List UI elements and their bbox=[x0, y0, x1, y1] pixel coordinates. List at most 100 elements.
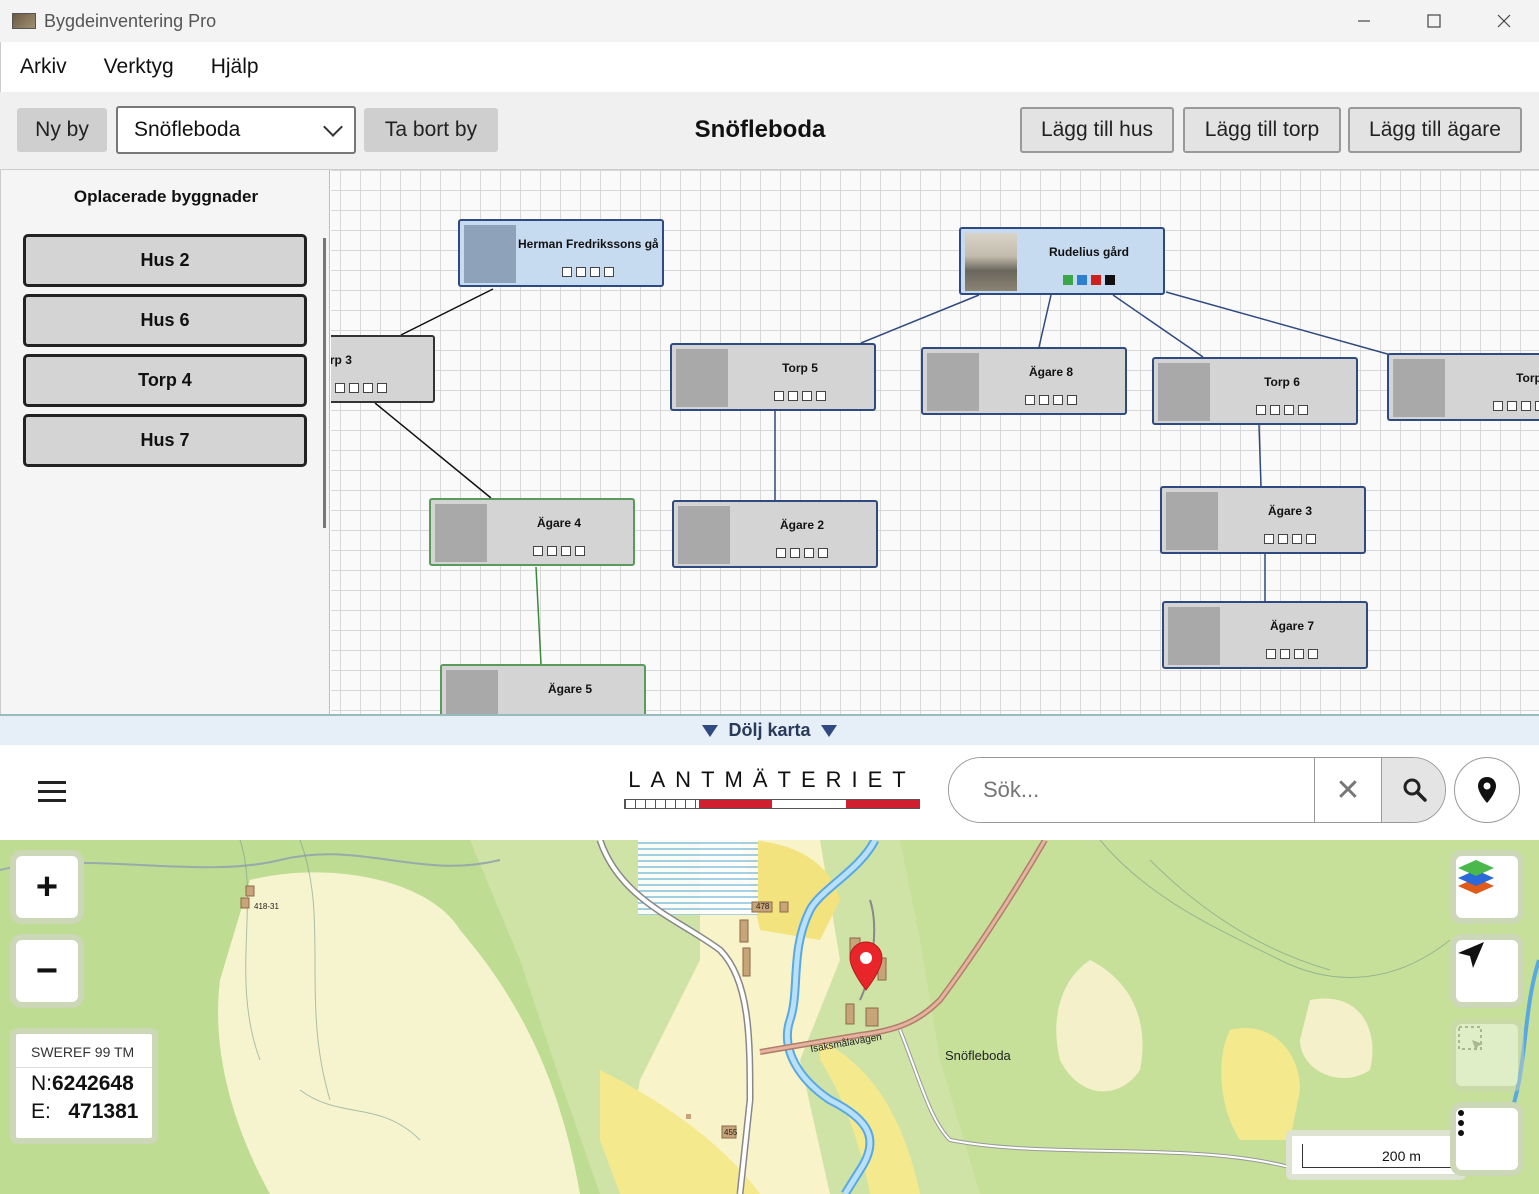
chevron-down-icon bbox=[323, 117, 343, 137]
add-croft-button[interactable]: Lägg till torp bbox=[1183, 107, 1341, 153]
plus-icon: + bbox=[35, 866, 59, 908]
minimize-icon bbox=[1358, 20, 1370, 22]
menu-verktyg[interactable]: Verktyg bbox=[104, 55, 174, 79]
node-agare-8[interactable]: Ägare 8 bbox=[921, 347, 1127, 415]
node-torp-8[interactable]: Torp 8 bbox=[1387, 353, 1539, 421]
close-icon: ✕ bbox=[1335, 773, 1361, 807]
node-label: Ägare 7 bbox=[1269, 619, 1315, 633]
unplaced-item[interactable]: Hus 7 bbox=[23, 414, 307, 467]
node-label: Rudelius gård bbox=[1048, 245, 1129, 259]
hide-map-toggle[interactable]: Dölj karta bbox=[0, 714, 1539, 745]
location-pin-button[interactable] bbox=[1454, 757, 1520, 823]
graph-canvas[interactable]: Herman Fredrikssons gård Rudelius gård T… bbox=[331, 170, 1539, 714]
node-agare-2[interactable]: Ägare 2 bbox=[672, 500, 878, 568]
coordinate-system: SWEREF 99 TM bbox=[16, 1034, 152, 1068]
node-agare-3[interactable]: Ägare 3 bbox=[1160, 486, 1366, 554]
more-options-button[interactable] bbox=[1450, 1102, 1524, 1176]
map-header: LANTMÄTERIET ✕ bbox=[0, 745, 1539, 840]
node-label: Torp 6 bbox=[1264, 375, 1300, 389]
search-button[interactable] bbox=[1381, 758, 1445, 822]
page-title: Snöfleboda bbox=[694, 116, 826, 143]
node-torp-5[interactable]: Torp 5 bbox=[670, 343, 876, 411]
menu-arkiv[interactable]: Arkiv bbox=[20, 55, 67, 79]
close-button[interactable] bbox=[1469, 0, 1539, 42]
node-agare-4[interactable]: Ägare 4 bbox=[429, 498, 635, 566]
new-village-button[interactable]: Ny by bbox=[17, 108, 107, 152]
node-thumbnail bbox=[1166, 492, 1218, 550]
search-input[interactable] bbox=[949, 758, 1315, 822]
node-markers bbox=[518, 267, 658, 277]
node-thumbnail bbox=[678, 506, 730, 564]
clear-search-button[interactable]: ✕ bbox=[1315, 758, 1381, 822]
node-torp-3[interactable]: Torp 3 bbox=[331, 335, 435, 403]
unplaced-item[interactable]: Hus 2 bbox=[23, 234, 307, 287]
layers-button[interactable] bbox=[1450, 850, 1524, 924]
triangle-down-icon bbox=[820, 724, 837, 737]
node-label: Ägare 5 bbox=[547, 682, 593, 696]
node-thumbnail bbox=[1158, 363, 1210, 421]
hamburger-menu-icon[interactable] bbox=[38, 781, 66, 808]
unplaced-item[interactable]: Torp 4 bbox=[23, 354, 307, 407]
node-markers bbox=[732, 548, 872, 558]
remove-village-button[interactable]: Ta bort by bbox=[364, 108, 498, 152]
node-herman-fredrikssons-gard[interactable]: Herman Fredrikssons gård bbox=[458, 219, 664, 287]
menu-bar: Arkiv Verktyg Hjälp bbox=[0, 42, 1539, 92]
add-house-button[interactable]: Lägg till hus bbox=[1020, 107, 1174, 153]
minus-icon: − bbox=[35, 950, 59, 992]
house-number-label: 455 bbox=[724, 1128, 738, 1137]
node-agare-7[interactable]: Ägare 7 bbox=[1162, 601, 1368, 669]
maximize-icon bbox=[1427, 14, 1441, 28]
map-scale: 200 m bbox=[1286, 1130, 1466, 1180]
unplaced-item[interactable]: Hus 6 bbox=[23, 294, 307, 347]
minimize-button[interactable] bbox=[1329, 0, 1399, 42]
node-markers bbox=[981, 395, 1121, 405]
node-markers bbox=[489, 546, 629, 556]
app-icon bbox=[12, 13, 36, 29]
node-thumbnail bbox=[446, 670, 498, 714]
map-marker-icon[interactable] bbox=[848, 940, 884, 994]
node-rudelius-gard[interactable]: Rudelius gård bbox=[959, 227, 1165, 295]
window-title: Bygdeinventering Pro bbox=[44, 10, 217, 31]
east-value: 471381 bbox=[68, 1100, 139, 1123]
village-select[interactable]: Snöfleboda bbox=[116, 106, 356, 154]
node-thumbnail bbox=[676, 349, 728, 407]
maximize-button[interactable] bbox=[1399, 0, 1469, 42]
zoom-out-button[interactable]: − bbox=[10, 934, 84, 1008]
map-view[interactable]: 418-31 478 455 Isaksmålavägen Snöfleboda… bbox=[0, 840, 1539, 1194]
node-agare-5[interactable]: Ägare 5 bbox=[440, 664, 646, 714]
selection-icon bbox=[1458, 1026, 1483, 1051]
node-label: Ägare 3 bbox=[1267, 504, 1313, 518]
title-bar: Bygdeinventering Pro bbox=[0, 0, 1539, 42]
layers-icon bbox=[1458, 860, 1494, 894]
menu-hjalp[interactable]: Hjälp bbox=[211, 55, 259, 79]
location-pin-icon bbox=[1478, 777, 1496, 803]
node-label: Torp 3 bbox=[331, 353, 352, 367]
node-label: Torp 5 bbox=[782, 361, 818, 375]
zoom-in-button[interactable]: + bbox=[10, 850, 84, 924]
select-area-button[interactable] bbox=[1450, 1018, 1524, 1092]
hide-map-label: Dölj karta bbox=[728, 720, 811, 740]
east-label: E: bbox=[31, 1100, 51, 1123]
node-thumbnail bbox=[464, 225, 516, 283]
sidebar-scrollbar[interactable] bbox=[323, 238, 326, 528]
node-markers bbox=[1222, 649, 1362, 659]
navigation-arrow-icon bbox=[1458, 942, 1484, 968]
add-owner-button[interactable]: Lägg till ägare bbox=[1348, 107, 1522, 153]
east-coordinate: E: 471381 bbox=[16, 1100, 152, 1124]
window-controls bbox=[1329, 0, 1539, 42]
place-label: Snöfleboda bbox=[945, 1048, 1011, 1063]
photo-thumbnail bbox=[965, 233, 1017, 291]
node-color-markers bbox=[1019, 275, 1159, 285]
coordinate-readout: SWEREF 99 TM N:6242648 E: 471381 bbox=[10, 1028, 158, 1144]
triangle-down-icon bbox=[702, 724, 719, 737]
node-label: Herman Fredrikssons gård bbox=[518, 237, 658, 251]
node-markers bbox=[335, 383, 387, 393]
house-number-label: 478 bbox=[756, 902, 770, 911]
navigate-button[interactable] bbox=[1450, 934, 1524, 1008]
sidebar-title: Oplacerade byggnader bbox=[73, 187, 259, 206]
node-thumbnail bbox=[1168, 607, 1220, 665]
node-torp-6[interactable]: Torp 6 bbox=[1152, 357, 1358, 425]
node-label: Ägare 8 bbox=[1028, 365, 1074, 379]
node-thumbnail bbox=[927, 353, 979, 411]
unplaced-buildings-panel: Oplacerade byggnader Hus 2 Hus 6 Torp 4 … bbox=[0, 170, 330, 714]
